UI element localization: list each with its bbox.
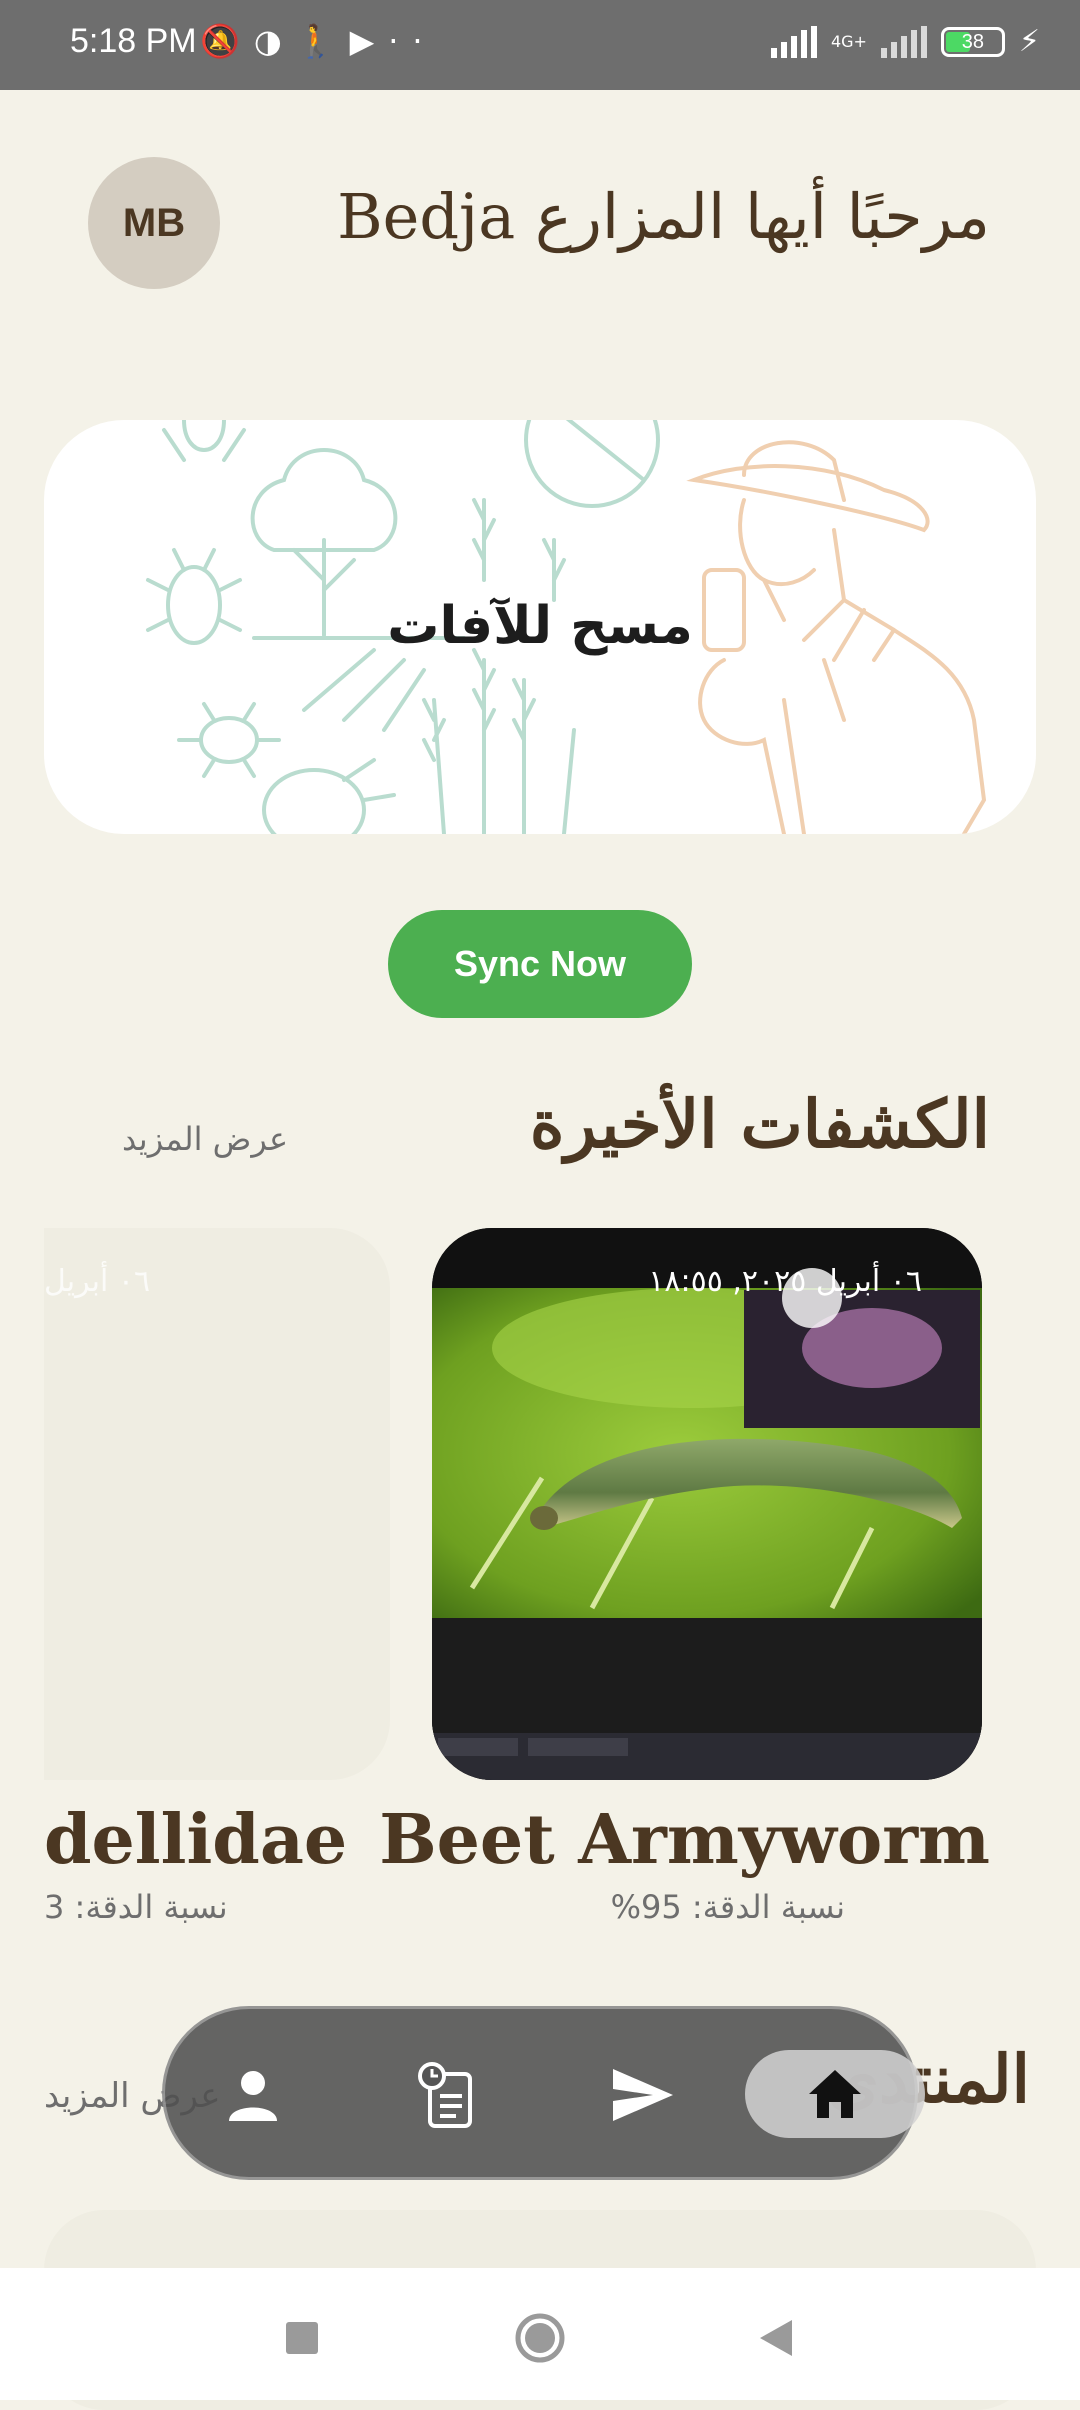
status-time: 5:18 PM <box>70 22 197 60</box>
status-bar: 5:18 PM 🔕◑🚶▶·· 4G+ 38 ⚡ <box>0 0 1080 90</box>
battery-icon: 38 <box>940 26 1005 57</box>
detection-photo <box>432 1228 982 1780</box>
back-button[interactable] <box>748 2310 804 2366</box>
detection-date: ٠٦ أبريل <box>44 1264 151 1299</box>
nav-profile[interactable] <box>205 2047 301 2143</box>
system-navigation-bar <box>0 2268 1080 2400</box>
recents-button[interactable] <box>274 2310 330 2366</box>
back-triangle-icon <box>760 2320 792 2356</box>
battery-level: 38 <box>961 30 985 53</box>
signal-2-icon <box>880 25 927 58</box>
scan-pests-card[interactable]: مسح للآفات <box>44 420 1036 834</box>
person-icon <box>229 2071 277 2121</box>
recent-detections-title: الكشفات الأخيرة <box>529 1085 990 1163</box>
greeting-title: مرحبًا أيها المزارع Bedja <box>337 180 990 253</box>
send-icon <box>613 2069 673 2121</box>
circle-icon <box>515 2313 565 2363</box>
home-system-button[interactable] <box>512 2310 568 2366</box>
sync-now-button[interactable]: Sync Now <box>388 910 692 1018</box>
network-type: 4G+ <box>830 31 867 51</box>
status-right: 4G+ 38 ⚡ <box>770 24 1040 59</box>
avatar[interactable]: MB <box>88 157 220 289</box>
scan-pests-title: مسح للآفات <box>387 596 693 656</box>
mute-icon: 🔕 <box>200 22 254 60</box>
nav-send[interactable] <box>595 2047 691 2143</box>
recent-see-more-link[interactable]: عرض المزيد <box>122 1120 288 1158</box>
history-clipboard-icon <box>418 2062 472 2128</box>
signal-icon <box>770 25 817 58</box>
walk-icon: 🚶 <box>295 22 350 60</box>
youtube-icon: ▶ <box>349 22 389 60</box>
detection-name-1: Beet Armyworm <box>379 1800 990 1880</box>
detection-date: ٠٦ أبريل ٢٠٢٥, ١٨:٥٥ <box>648 1264 922 1299</box>
detection-accuracy-1: نسبة الدقة: 95% <box>610 1888 845 1926</box>
more-dots-icon: ·· <box>388 22 437 60</box>
nav-history[interactable] <box>400 2047 496 2143</box>
app-icon: ◑ <box>253 22 296 60</box>
home-icon <box>809 2070 861 2118</box>
status-notification-icons: 🔕◑🚶▶·· <box>200 22 437 60</box>
detection-card-2[interactable]: ٠٦ أبريل <box>44 1228 390 1780</box>
bottom-navigation <box>162 2006 925 2180</box>
detection-name-2: dellidae <box>44 1800 348 1880</box>
square-icon <box>286 2322 318 2354</box>
charging-icon: ⚡ <box>1018 24 1040 59</box>
detection-accuracy-2: نسبة الدقة: 3 <box>44 1888 228 1926</box>
nav-home[interactable] <box>745 2050 925 2138</box>
detection-card-1[interactable]: ٠٦ أبريل ٢٠٢٥, ١٨:٥٥ <box>432 1228 982 1780</box>
